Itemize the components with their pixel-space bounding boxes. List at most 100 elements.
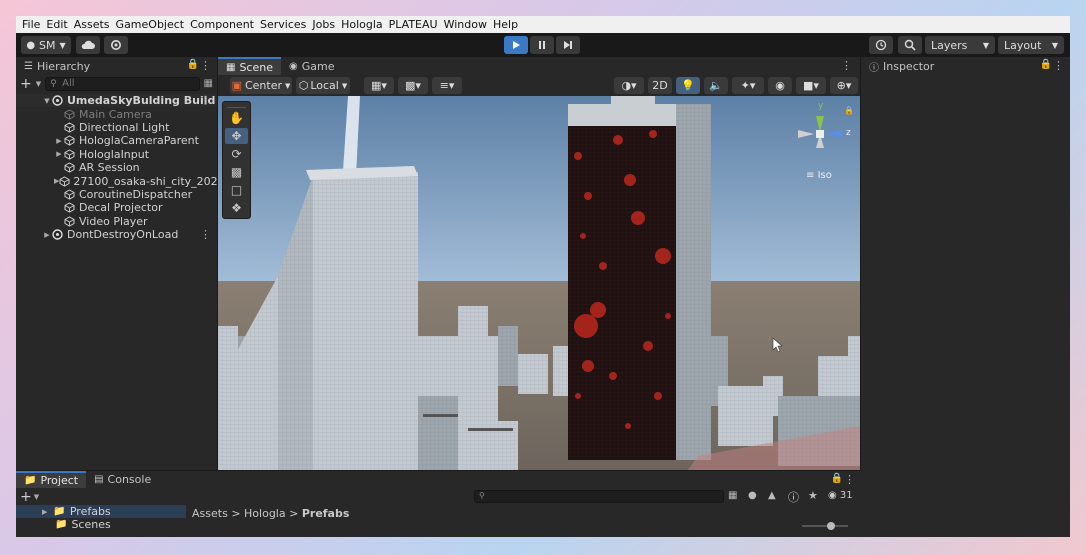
hierarchy-item[interactable]: Decal Projector [16,201,217,214]
rotate-tool[interactable]: ⟳ [225,146,248,162]
tab-project[interactable]: 📁 Project [16,471,87,488]
hand-tool[interactable]: ✋ [225,110,248,126]
hierarchy-item[interactable]: ▼ UmedaSkyBulding Build ⋮ [16,94,217,108]
tab-console[interactable]: ▤ Console [86,471,159,488]
zoom-slider-handle[interactable] [827,522,835,530]
hierarchy-search-input[interactable]: ⚲ All [45,76,200,91]
hierarchy-item[interactable]: Video Player [16,215,217,228]
audio-toggle[interactable]: 🔈 [704,77,728,94]
search-button[interactable] [898,36,922,54]
hierarchy-item[interactable]: ▶ DontDestroyOnLoad ⋮ [16,228,217,241]
align-button[interactable]: ≡▾ [432,77,462,94]
history-button[interactable] [869,36,893,54]
play-button[interactable] [504,36,528,54]
kebab-menu-icon[interactable]: ⋮ [841,59,852,72]
add-icon[interactable]: + [20,76,32,92]
orientation-gizmo[interactable]: y z 🔒 ≡ Iso [788,101,854,184]
gameobject-cube-icon [64,202,76,213]
mode-2d-button[interactable]: 2D [648,77,672,94]
kebab-menu-icon[interactable]: ⋮ [200,59,211,72]
tab-game[interactable]: ◉ Game [281,57,342,75]
tab-scene[interactable]: ▦ Scene [218,57,281,75]
menu-file[interactable]: File [19,18,43,31]
menu-help[interactable]: Help [490,18,521,31]
menu-jobs[interactable]: Jobs [309,18,338,31]
menu-component[interactable]: Component [187,18,257,31]
settings-button[interactable] [104,36,128,54]
cloud-button[interactable] [76,36,100,54]
menu-plateau[interactable]: PLATEAU [386,18,441,31]
chevron-down-icon[interactable]: ▼ [42,97,52,105]
tab-inspector[interactable]: ⓘ Inspector [861,57,942,75]
kebab-menu-icon[interactable]: ⋮ [200,228,211,241]
search-by-label-icon[interactable]: ● [748,490,757,501]
scene-viewport[interactable]: ✋ ✥ ⟳ ▩ □ ❖ y z 🔒 ≡ Iso [218,96,860,470]
effects-dropdown[interactable]: ✦▾ [732,77,764,94]
project-search-input[interactable]: ⚲ [474,490,724,503]
step-button[interactable] [556,36,580,54]
pivot-center-dropdown[interactable]: ▣ Center ▼ [230,77,292,94]
filter-icon[interactable]: ▦ [204,78,213,89]
hierarchy-item[interactable]: ▶ 27100_osaka-shi_city_2022_ [16,174,230,188]
transform-tool[interactable]: ❖ [225,200,248,216]
kebab-menu-icon[interactable]: ⋮ [200,94,211,107]
chevron-right-icon[interactable]: ▶ [54,150,64,158]
arrow-right-icon: ▶ [42,507,48,516]
star-icon[interactable]: ★ [808,489,818,502]
menu-window[interactable]: Window [441,18,490,31]
space-label: Local [310,79,339,92]
lock-icon[interactable]: 🔒 [187,59,199,70]
menu-services[interactable]: Services [257,18,309,31]
hierarchy-item[interactable]: CoroutineDispatcher [16,188,217,201]
hierarchy-item[interactable]: Directional Light [16,121,217,134]
chevron-down-icon[interactable]: ▼ [36,80,41,88]
hidden-count[interactable]: ◉ 31 [828,490,853,501]
tab-hierarchy[interactable]: ☰ Hierarchy [16,57,98,75]
add-icon[interactable]: + [20,489,32,505]
zoom-slider[interactable] [802,522,848,530]
account-button[interactable]: ● SM ▼ [21,36,71,54]
layout-dropdown[interactable]: Layout ▼ [998,36,1064,54]
hierarchy-item[interactable]: ▶ HologlaCameraParent [16,134,217,147]
snap-increment-button[interactable]: ▩▾ [398,77,428,94]
visibility-toggle[interactable]: ◉ [768,77,792,94]
iso-label: ≡ Iso [806,170,832,181]
info-icon[interactable]: ⓘ [788,489,799,505]
list-icon: ☰ [24,60,33,72]
shading-mode-dropdown[interactable]: ◑▾ [614,77,644,94]
space-local-dropdown[interactable]: ⬡ Local ▼ [296,77,350,94]
lock-icon[interactable]: 🔒 [831,473,843,484]
pause-button[interactable] [530,36,554,54]
hierarchy-item[interactable]: ▶ HologlaInput [16,148,217,161]
breadcrumb-hologla[interactable]: Hologla [244,507,286,520]
move-tool[interactable]: ✥ [225,128,248,144]
menu-edit[interactable]: Edit [43,18,70,31]
gizmos-dropdown[interactable]: ⊕▾ [830,77,858,94]
menu-hologla[interactable]: Hologla [338,18,386,31]
folder-scenes[interactable]: 📁 Scenes [16,518,186,531]
hierarchy-item-label: Directional Light [79,120,170,134]
scale-tool[interactable]: ▩ [225,164,248,180]
kebab-menu-icon[interactable]: ⋮ [844,473,855,486]
hierarchy-item[interactable]: AR Session [16,161,217,174]
chevron-right-icon[interactable]: ▶ [42,231,52,239]
camera-dropdown[interactable]: ■▾ [796,77,826,94]
kebab-menu-icon[interactable]: ⋮ [1053,59,1064,72]
tag-icon[interactable]: ▲ [768,490,776,501]
folder-prefabs[interactable]: ▶ 📁 Prefabs [16,505,186,518]
lock-icon[interactable]: 🔒 [1040,59,1052,70]
breadcrumb-assets[interactable]: Assets [192,507,228,520]
menu-assets[interactable]: Assets [71,18,113,31]
lock-icon[interactable]: 🔒 [844,106,854,115]
lighting-toggle[interactable]: 💡 [676,77,700,94]
rect-tool[interactable]: □ [225,182,248,198]
search-by-type-icon[interactable]: ▦ [728,490,737,501]
menu-gameobject[interactable]: GameObject [113,18,188,31]
grid-snap-button[interactable]: ▦▾ [364,77,394,94]
chevron-down-icon[interactable]: ▼ [34,493,39,501]
chevron-right-icon[interactable]: ▶ [54,137,64,145]
breadcrumb-prefabs[interactable]: Prefabs [302,507,350,520]
overlay-grip[interactable] [227,104,246,108]
layers-dropdown[interactable]: Layers ▼ [925,36,995,54]
hierarchy-item[interactable]: Main Camera [16,107,217,121]
